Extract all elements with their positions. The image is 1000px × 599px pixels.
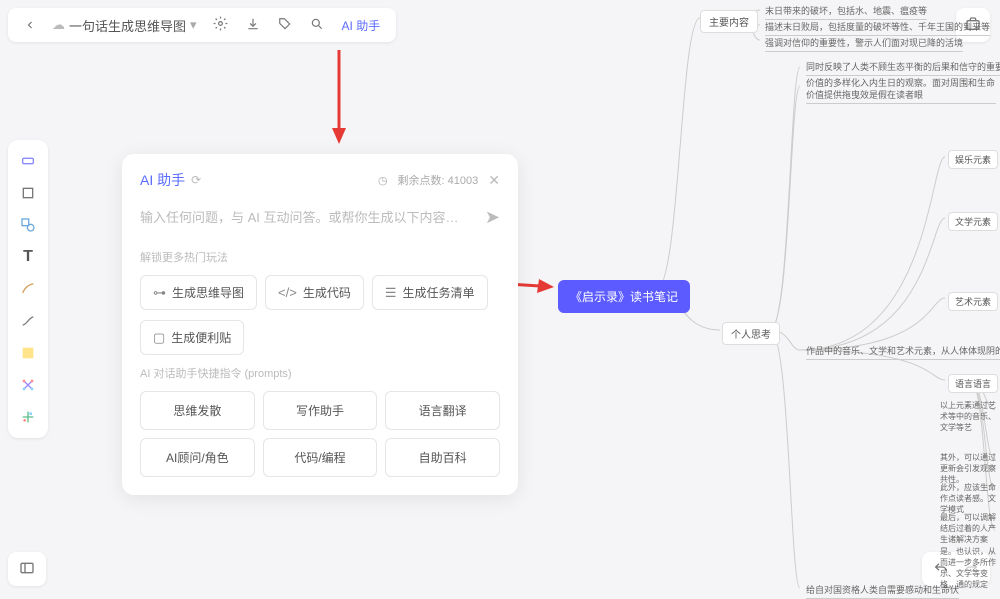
select-tool[interactable] (13, 146, 43, 176)
prompt-coding[interactable]: 代码/编程 (263, 438, 378, 477)
chip-tasklist[interactable]: ☰生成任务清单 (372, 275, 488, 310)
chip-sticky[interactable]: ▢生成便利贴 (140, 320, 244, 355)
pen-tool[interactable] (13, 274, 43, 304)
document-title[interactable]: ☁ 一句话生成思维导图 ▾ (48, 16, 201, 35)
mindmap-canvas[interactable]: 主要内容 个人思考 末日带来的破坏，包括水、地震、瘟疫等 描述末日败局，包括度量… (660, 0, 1000, 594)
send-button[interactable]: ➤ (485, 207, 500, 228)
cloud-icon: ☁ (52, 17, 65, 33)
mindmap-text[interactable]: 其外，可以通过更新会引发观察共性。 (940, 452, 1000, 486)
gear-icon (213, 16, 228, 34)
search-button[interactable] (304, 13, 330, 38)
refresh-icon[interactable]: ⟳ (191, 173, 201, 187)
top-toolbar: ☁ 一句话生成思维导图 ▾ AI 助手 (8, 8, 396, 42)
tag-icon (278, 17, 292, 34)
note-icon: ▢ (153, 330, 165, 346)
search-icon (310, 17, 324, 34)
mindmap-tool[interactable] (13, 370, 43, 400)
branch-node-thoughts[interactable]: 个人思考 (722, 322, 780, 345)
settings-button[interactable] (207, 12, 234, 38)
mindmap-node[interactable]: 作品中的音乐、文学和艺术元素，从人体体现阴的博感感管 (806, 344, 1000, 360)
prompt-role[interactable]: AI顾问/角色 (140, 438, 255, 477)
mindmap-node[interactable]: 强调对信仰的重要性，警示人们面对现已降的活境 (765, 36, 963, 52)
ai-assistant-panel: AI 助手 ⟳ ◷ 剩余点数: 41003 ✕ ➤ 解锁更多热门玩法 ⊶生成思维… (122, 154, 518, 495)
mindmap-node[interactable]: 价值的多样化入内生日的观察。面对周围和生命价值提供拖曳效是假在读者眼 (806, 78, 996, 104)
panel-icon (19, 560, 35, 579)
close-button[interactable]: ✕ (488, 172, 500, 189)
text-tool[interactable]: T (13, 242, 43, 272)
chevron-left-icon (24, 19, 36, 31)
credits-label: 剩余点数: 41003 (398, 172, 479, 188)
clock-icon: ◷ (378, 174, 388, 187)
mindmap-text[interactable]: 最后，可以调解结后过着的人产生诸解决方案是。也认识，从而进一步多所作乐、文学等变… (940, 512, 1000, 590)
prompt-diverge[interactable]: 思维发散 (140, 391, 255, 430)
back-button[interactable] (18, 15, 42, 35)
mindmap-subnode[interactable]: 艺术元素 (948, 292, 998, 311)
mindmap-icon: ⊶ (153, 285, 166, 301)
left-toolbar: T (8, 140, 48, 438)
frame-tool[interactable] (13, 178, 43, 208)
mindmap-text[interactable]: 以上元素通过艺术等中的音乐、文学等艺 (940, 400, 1000, 434)
mindmap-subnode[interactable]: 文学元素 (948, 212, 998, 231)
download-icon (246, 17, 260, 34)
prompt-writing[interactable]: 写作助手 (263, 391, 378, 430)
mindmap-node[interactable]: 末日带来的破坏，包括水、地震、瘟疫等 (765, 4, 927, 20)
mindmap-node[interactable]: 给自对国资格人类自需要感动和生命伏 (806, 583, 959, 599)
mindmap-subnode[interactable]: 语言语言 (948, 374, 998, 393)
ai-panel-title: AI 助手 ⟳ (140, 170, 201, 190)
export-button[interactable] (240, 13, 266, 38)
branch-node-main[interactable]: 主要内容 (700, 10, 758, 33)
shape-tool[interactable] (13, 210, 43, 240)
ai-assistant-link[interactable]: AI 助手 (336, 17, 387, 34)
section-hot-label: 解锁更多热门玩法 (140, 249, 500, 265)
chip-mindmap[interactable]: ⊶生成思维导图 (140, 275, 257, 310)
chip-code[interactable]: </>生成代码 (265, 275, 364, 310)
more-tool[interactable] (13, 402, 43, 432)
connector-tool[interactable] (13, 306, 43, 336)
sticky-tool[interactable] (13, 338, 43, 368)
list-icon: ☰ (385, 285, 397, 301)
mindmap-node[interactable]: 描述末日败局，包括度量的破坏等性、千年王国的到来等 (765, 20, 990, 36)
mindmap-node[interactable]: 同时反映了人类不顾生态平衡的后果和信守的重要性 (806, 60, 1000, 76)
chevron-down-icon: ▾ (190, 17, 197, 33)
prompt-wiki[interactable]: 自助百科 (385, 438, 500, 477)
bottom-left-button[interactable] (8, 552, 46, 586)
tag-button[interactable] (272, 13, 298, 38)
mindmap-subnode[interactable]: 娱乐元素 (948, 150, 998, 169)
prompt-translate[interactable]: 语言翻译 (385, 391, 500, 430)
code-icon: </> (278, 285, 297, 300)
ai-prompt-input[interactable] (140, 204, 477, 231)
mindmap-text[interactable]: 此外，应该生命作点读者感。文学模式 (940, 482, 1000, 516)
section-prompts-label: AI 对话助手快捷指令 (prompts) (140, 365, 500, 381)
